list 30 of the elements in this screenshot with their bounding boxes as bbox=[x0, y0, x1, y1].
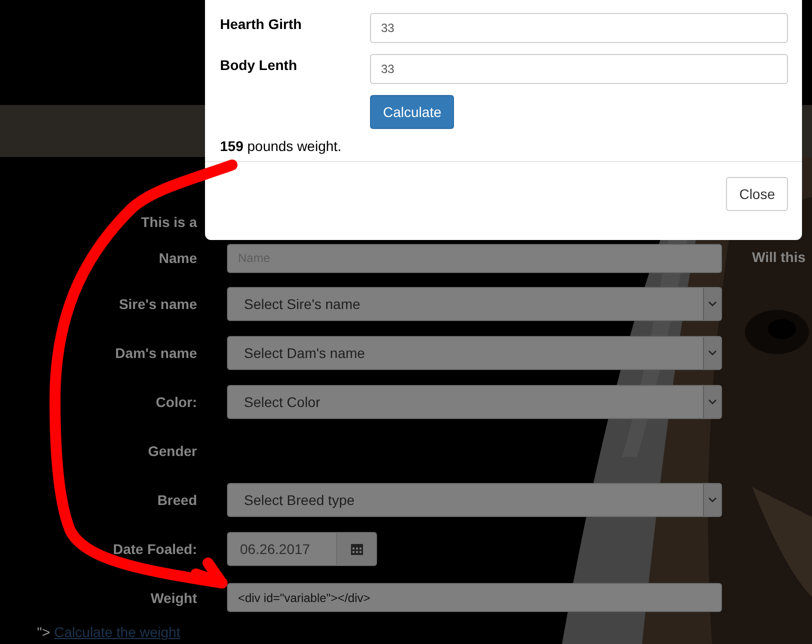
field-label: Date Foaled: bbox=[112, 540, 197, 556]
field-label: Breed bbox=[157, 492, 197, 508]
field-label: Sire's name bbox=[118, 296, 197, 312]
number-field[interactable]: 33 bbox=[370, 54, 788, 84]
text-field[interactable]: <div id="variable"></div> bbox=[227, 583, 722, 612]
select-dropdown[interactable]: Select Color bbox=[227, 384, 722, 418]
side-note: Will this bbox=[752, 249, 806, 265]
select-dropdown[interactable]: Select Dam's name bbox=[227, 336, 722, 370]
calendar-button[interactable] bbox=[337, 532, 377, 566]
result-text: 159 pounds weight. bbox=[220, 138, 342, 154]
date-field[interactable]: 06.26.2017 bbox=[227, 532, 337, 566]
intro-text: This is a bbox=[140, 214, 197, 230]
field-label: Body Lenth bbox=[220, 56, 298, 75]
number-field[interactable]: 33 bbox=[370, 13, 788, 43]
field-label: Weight bbox=[150, 590, 197, 606]
field-label: Name bbox=[158, 250, 197, 266]
field-label: Gender bbox=[148, 442, 197, 458]
close-button[interactable]: Close bbox=[726, 177, 788, 211]
field-label: Dam's name bbox=[115, 344, 197, 360]
field-label: Hearth Girth bbox=[220, 15, 303, 34]
select-dropdown[interactable]: Select Sire's name bbox=[227, 286, 722, 320]
chevron-down-icon bbox=[708, 398, 717, 404]
select-dropdown[interactable]: Select Breed type bbox=[227, 482, 722, 516]
stray-text: "> bbox=[37, 624, 50, 640]
chevron-down-icon bbox=[708, 496, 717, 502]
calculate-button[interactable]: Calculate bbox=[370, 95, 454, 129]
chevron-down-icon bbox=[708, 350, 717, 356]
chevron-down-icon bbox=[708, 300, 717, 306]
field-label: Color: bbox=[156, 394, 197, 410]
calendar-icon bbox=[350, 542, 364, 556]
